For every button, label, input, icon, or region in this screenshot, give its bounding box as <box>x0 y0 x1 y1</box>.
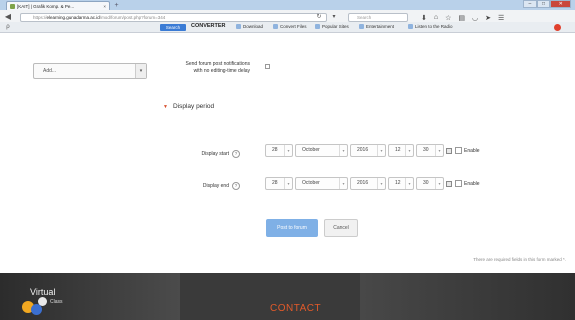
start-year-select[interactable]: 2016 ▾ <box>350 144 386 157</box>
chevron-down-icon: ▾ <box>377 145 385 156</box>
entertainment-icon <box>359 24 364 29</box>
start-enable[interactable]: Enable <box>455 147 480 154</box>
addon-badge-icon[interactable] <box>554 24 561 31</box>
notification-label-line1: Send forum post notifications <box>185 61 250 67</box>
notification-label-line2: with no editing-time delay <box>193 68 250 74</box>
toolbar-item-radio[interactable]: Listen to the Radio <box>408 24 453 29</box>
url-path: /mod/forum/post.php?forum=344 <box>99 15 166 20</box>
virtual-class-logo-sub: Class <box>50 299 63 305</box>
display-end-label: Display end ? <box>160 182 240 190</box>
chevron-down-icon: ▾ <box>135 64 146 78</box>
chevron-down-icon: ▾ <box>405 145 413 156</box>
toolbar-item-popular[interactable]: Popular Sites <box>315 24 349 29</box>
toolbar-item-entertainment[interactable]: Entertainment <box>359 24 394 29</box>
addon-toolbar: ρ Search CONVERTER Download Convert File… <box>0 22 575 32</box>
footer-background-right <box>360 273 575 320</box>
radio-icon <box>408 24 413 29</box>
toolbar-search-button[interactable]: Search <box>160 24 186 31</box>
address-bar[interactable]: https://elearning.gunadarma.ac.id/mod/fo… <box>20 13 327 22</box>
notification-label: Send forum post notifications with no ed… <box>160 61 250 75</box>
converter-logo[interactable]: CONVERTER <box>191 23 226 29</box>
maximize-button[interactable]: □ <box>536 0 551 8</box>
dropdown-chevron-icon[interactable]: ▾ <box>330 13 338 21</box>
search-addon-icon[interactable]: ρ <box>4 23 12 31</box>
post-to-forum-button[interactable]: Post to forum <box>266 219 318 237</box>
notification-checkbox[interactable] <box>265 64 270 69</box>
end-enable-checkbox[interactable] <box>455 180 462 187</box>
start-minute-select[interactable]: 30 ▾ <box>416 144 444 157</box>
chevron-down-icon: ▾ <box>339 178 347 189</box>
calendar-icon[interactable] <box>446 181 452 187</box>
tab-title: [KAIT] | Grafik Komp. & Pe... <box>17 3 75 9</box>
start-month-select[interactable]: October ▾ <box>295 144 348 157</box>
logo-dot-white <box>38 297 47 306</box>
url-prefix: https:// <box>33 15 47 20</box>
start-enable-label: Enable <box>464 147 480 154</box>
end-enable[interactable]: Enable <box>455 180 480 187</box>
close-tab-icon[interactable]: × <box>103 4 106 9</box>
window-controls: – □ ✕ <box>523 0 572 8</box>
help-icon[interactable]: ? <box>232 150 240 158</box>
chevron-down-icon: ▾ <box>284 178 292 189</box>
help-icon[interactable]: ? <box>232 182 240 190</box>
popular-icon <box>315 24 320 29</box>
back-arrow-icon[interactable]: ◀ <box>4 13 12 21</box>
download-icon <box>236 24 241 29</box>
collapse-triangle-icon: ▼ <box>163 103 168 110</box>
start-enable-checkbox[interactable] <box>455 147 462 154</box>
end-enable-label: Enable <box>464 180 480 187</box>
end-day-select[interactable]: 28 ▾ <box>265 177 293 190</box>
chevron-down-icon: ▾ <box>435 145 443 156</box>
browser-search-input[interactable]: Search <box>348 13 408 22</box>
chevron-down-icon: ▾ <box>405 178 413 189</box>
browser-tab[interactable]: [KAIT] | Grafik Komp. & Pe... × <box>6 1 110 10</box>
end-hour-select[interactable]: 12 ▾ <box>388 177 414 190</box>
url-host: elearning.gunadarma.ac.id <box>46 15 100 20</box>
toolbar-icons: ⬇ ⌂ ☆ ▤ ◡ ➤ ☰ <box>421 13 571 22</box>
required-fields-note: There are required fields in this form m… <box>473 257 566 262</box>
add-select-value: Add... <box>43 68 57 74</box>
display-start-text: Display start <box>201 151 229 157</box>
display-end-text: Display end <box>202 183 229 189</box>
start-day-select[interactable]: 28 ▾ <box>265 144 293 157</box>
favicon-icon <box>10 3 15 9</box>
toolbar-item-download[interactable]: Download <box>236 24 263 29</box>
section-title: Display period <box>172 103 215 110</box>
chevron-down-icon: ▾ <box>339 145 347 156</box>
send-icon[interactable]: ➤ <box>485 14 491 22</box>
download-icon[interactable]: ⬇ <box>421 14 427 22</box>
end-year-select[interactable]: 2016 ▾ <box>350 177 386 190</box>
end-minute-select[interactable]: 30 ▾ <box>416 177 444 190</box>
cancel-button[interactable]: Cancel <box>324 219 358 237</box>
site-footer: Virtual Class CONTACT <box>0 273 575 320</box>
add-select[interactable]: Add... ▾ <box>33 63 147 79</box>
close-window-button[interactable]: ✕ <box>550 0 572 8</box>
start-hour-select[interactable]: 12 ▾ <box>388 144 414 157</box>
chevron-down-icon: ▾ <box>284 145 292 156</box>
end-month-select[interactable]: October ▾ <box>295 177 348 190</box>
bookmarks-icon[interactable]: ▤ <box>458 14 465 22</box>
chevron-down-icon: ▾ <box>377 178 385 189</box>
home-icon[interactable]: ⌂ <box>434 14 438 21</box>
convert-icon <box>273 24 278 29</box>
reload-icon[interactable]: ↻ <box>315 13 323 21</box>
calendar-icon[interactable] <box>446 148 452 154</box>
chevron-down-icon: ▾ <box>435 178 443 189</box>
new-tab-button[interactable]: + <box>112 2 121 9</box>
minimize-button[interactable]: – <box>523 0 537 8</box>
display-start-label: Display start ? <box>160 150 240 158</box>
toolbar-item-convert[interactable]: Convert Files <box>273 24 307 29</box>
contact-heading: CONTACT <box>270 303 322 314</box>
pocket-icon[interactable]: ◡ <box>472 14 478 22</box>
bookmark-star-icon[interactable]: ☆ <box>445 14 451 22</box>
display-period-header[interactable]: ▼ Display period <box>163 103 214 110</box>
menu-icon[interactable]: ☰ <box>498 14 504 22</box>
virtual-class-logo[interactable]: Virtual <box>30 287 55 297</box>
